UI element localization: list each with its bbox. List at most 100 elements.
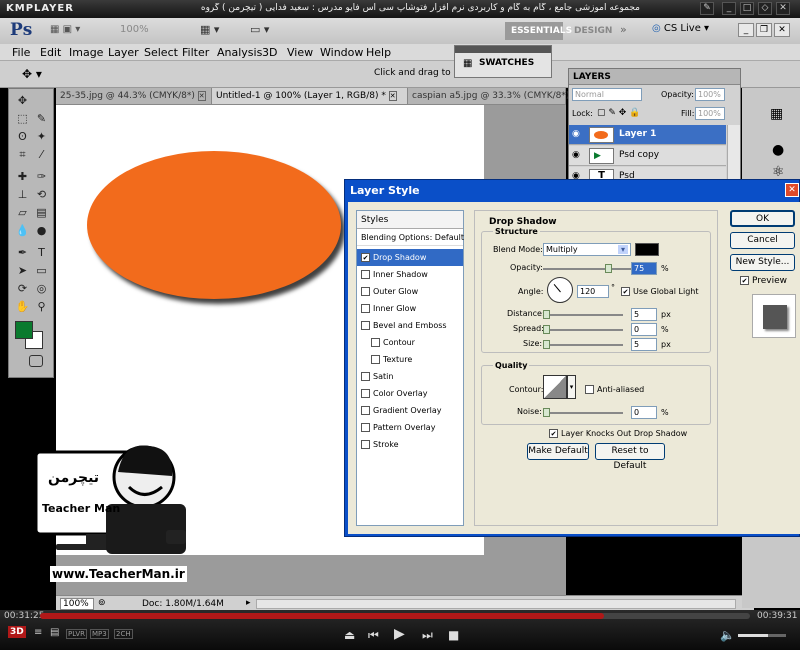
spread-slider[interactable]	[543, 325, 623, 334]
shape-tool-icon[interactable]: ▭	[34, 263, 49, 278]
maximize-icon[interactable]: □	[740, 2, 754, 15]
size-slider-knob[interactable]	[543, 340, 550, 349]
checkbox-icon[interactable]	[361, 406, 370, 415]
pen-tool-icon[interactable]: ✒	[15, 245, 30, 260]
layer-row[interactable]: ◉ ▶ Psd copy	[569, 146, 726, 166]
status-menu-arrow-icon[interactable]: ▸	[246, 598, 251, 608]
menu-3d[interactable]: 3D	[262, 46, 277, 59]
history-brush-tool-icon[interactable]: ⟲	[34, 187, 49, 202]
style-item[interactable]: Bevel and Emboss	[357, 317, 463, 334]
menu-icon[interactable]: ≡	[34, 627, 42, 638]
checkbox-icon[interactable]	[371, 355, 380, 364]
knocks-out-checkbox[interactable]: ✔ Layer Knocks Out Drop Shadow	[549, 429, 687, 438]
checkbox-icon[interactable]	[361, 372, 370, 381]
screen-mode-icon[interactable]: ▭ ▾	[250, 23, 269, 36]
menu-edit[interactable]: Edit	[40, 46, 61, 59]
ps-minimize-icon[interactable]: _	[738, 23, 754, 37]
distance-slider[interactable]	[543, 310, 623, 319]
layer-row[interactable]: ◉ Layer 1	[569, 125, 726, 145]
playlist-icon[interactable]: ▤	[50, 627, 59, 638]
style-item[interactable]: ✔ Drop Shadow	[357, 249, 463, 266]
3d-orbit-tool-icon[interactable]: ◎	[34, 281, 49, 296]
preview-checkbox[interactable]: ✔ Preview	[740, 276, 787, 286]
tab-document-1[interactable]: 25-35.jpg @ 44.3% (CMYK/8*) ✕	[56, 88, 212, 104]
eraser-tool-icon[interactable]: ▱	[15, 205, 30, 220]
styles-icon[interactable]: ●	[772, 142, 784, 158]
style-item[interactable]: Color Overlay	[357, 385, 463, 402]
anti-aliased-checkbox[interactable]: Anti-aliased	[585, 385, 644, 394]
styles-header[interactable]: Styles	[357, 211, 463, 229]
dialog-close-icon[interactable]: ✕	[785, 183, 799, 197]
volume-slider[interactable]	[738, 634, 786, 637]
style-item[interactable]: Gradient Overlay	[357, 402, 463, 419]
marquee-tool-icon[interactable]: ⬚	[15, 111, 30, 126]
next-icon[interactable]: ⏭	[422, 628, 433, 643]
more-workspaces-icon[interactable]: »	[620, 23, 627, 36]
menu-help[interactable]: Help	[366, 46, 391, 59]
style-item[interactable]: Inner Glow	[357, 300, 463, 317]
quick-select-tool-icon[interactable]: ✎	[34, 111, 49, 126]
lock-icons[interactable]: ▢ ✎ ✥ 🔒	[597, 108, 640, 118]
eye-icon[interactable]: ◉	[572, 150, 580, 160]
hand-tool-icon[interactable]: ✋	[15, 299, 30, 314]
ok-button[interactable]: OK	[730, 210, 795, 227]
swatches-panel-header[interactable]	[455, 46, 551, 53]
layer-name[interactable]: Psd copy	[619, 150, 659, 160]
arrange-icon[interactable]: ▦ ▾	[200, 23, 219, 36]
bridge-icon[interactable]: ▦ ▣ ▾	[50, 24, 80, 35]
cancel-button[interactable]: Cancel	[730, 232, 795, 249]
angle-dial[interactable]	[547, 277, 573, 303]
style-item[interactable]: Contour	[357, 334, 463, 351]
gradient-tool-icon[interactable]: ▤	[34, 205, 49, 220]
stamp-tool-icon[interactable]: ⊥	[15, 187, 30, 202]
make-default-button[interactable]: Make Default	[527, 443, 589, 460]
volume-icon[interactable]: 🔈	[720, 628, 735, 642]
mode-label-2[interactable]: MP3	[90, 629, 109, 639]
blur-tool-icon[interactable]: 💧	[15, 223, 30, 238]
checkbox-icon[interactable]	[361, 287, 370, 296]
angle-field[interactable]: 120	[577, 285, 609, 298]
shadow-color-swatch[interactable]	[635, 243, 659, 256]
paths-icon[interactable]: ⚛	[772, 164, 785, 180]
move-tool-icon[interactable]: ✥	[15, 93, 30, 108]
seek-bar[interactable]	[40, 613, 750, 619]
crop-tool-icon[interactable]: ⌗	[15, 147, 30, 162]
layer-name[interactable]: Layer 1	[619, 129, 656, 139]
size-slider[interactable]	[543, 340, 623, 349]
checkbox-icon[interactable]	[361, 304, 370, 313]
tab-close-icon[interactable]: ✕	[197, 91, 206, 101]
cs-live-button[interactable]: ◎ CS Live ▾	[652, 23, 709, 34]
checkbox-icon[interactable]: ✔	[361, 253, 370, 262]
mode-label-1[interactable]: PLVR	[66, 629, 88, 639]
spread-slider-knob[interactable]	[543, 325, 550, 334]
distance-field[interactable]: 5	[631, 308, 657, 321]
brush-tool-icon[interactable]: ✑	[34, 169, 49, 184]
play-icon[interactable]: ▶	[394, 626, 405, 642]
eye-icon[interactable]: ◉	[572, 129, 580, 139]
tab-close-icon[interactable]: ✕	[388, 91, 397, 101]
ps-restore-icon[interactable]: ❐	[756, 23, 772, 37]
checkbox-icon[interactable]	[371, 338, 380, 347]
use-global-light-checkbox[interactable]: ✔ Use Global Light	[621, 287, 699, 296]
layer-blend-mode-select[interactable]: Normal	[572, 88, 642, 101]
fullscreen-icon[interactable]: ◇	[758, 2, 772, 15]
minimize-icon[interactable]: _	[722, 2, 736, 15]
foreground-color[interactable]	[15, 321, 33, 339]
new-style-button[interactable]: New Style...	[730, 254, 795, 271]
quick-mask-icon[interactable]	[29, 355, 43, 367]
tab-document-2[interactable]: Untitled-1 @ 100% (Layer 1, RGB/8) * ✕	[212, 88, 408, 104]
pin-icon[interactable]: ✎	[700, 2, 714, 15]
lasso-tool-icon[interactable]: ʘ	[15, 129, 30, 144]
menu-image[interactable]: Image	[69, 46, 103, 59]
style-item[interactable]: Texture	[357, 351, 463, 368]
noise-slider-knob[interactable]	[543, 408, 550, 417]
eject-icon[interactable]: ⏏	[344, 628, 355, 642]
swatches-panel[interactable]: ▦ SWATCHES	[454, 45, 552, 78]
type-tool-icon[interactable]: T	[34, 245, 49, 260]
checkbox-icon[interactable]	[361, 423, 370, 432]
layer-fill-field[interactable]: 100%	[695, 107, 725, 120]
3d-rotate-tool-icon[interactable]: ⟳	[15, 281, 30, 296]
tab-document-3[interactable]: caspian a5.jpg @ 33.3% (CMYK/8*) ✕	[408, 88, 581, 104]
orange-ellipse-shape[interactable]	[87, 151, 341, 299]
zoom-combo[interactable]: 100%	[120, 24, 149, 35]
